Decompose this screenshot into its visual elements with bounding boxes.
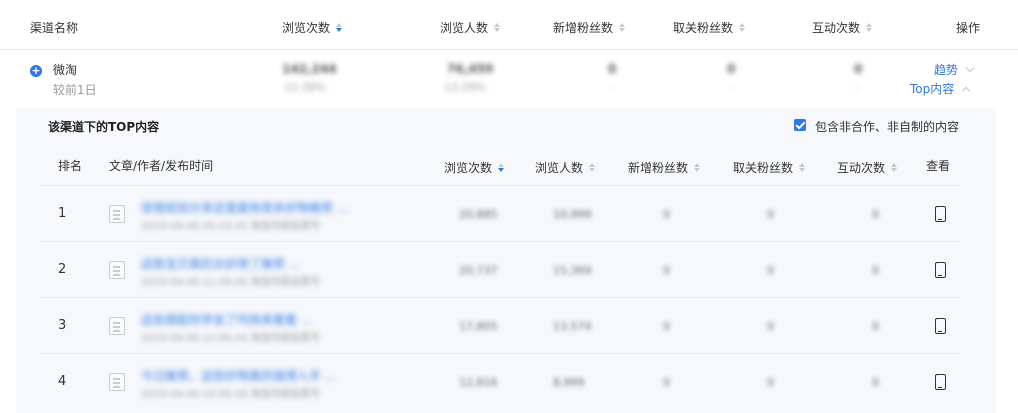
mobile-preview-icon[interactable] bbox=[935, 206, 946, 222]
expand-plus-icon[interactable]: + bbox=[30, 65, 42, 77]
channel-name: 微淘 bbox=[53, 63, 78, 77]
channel-unfollow-change: - bbox=[729, 81, 733, 94]
sort-icon bbox=[739, 23, 746, 32]
column-article: 文章/作者/发布时间 bbox=[109, 159, 214, 173]
column-unfollow-sortable[interactable]: 取关粉丝数 bbox=[673, 19, 746, 36]
channel-row bbox=[0, 50, 1018, 106]
channel-compare-label: 较前1日 bbox=[53, 83, 97, 97]
top-column-interactions-sortable[interactable]: 互动次数 bbox=[837, 159, 898, 176]
column-views-sortable[interactable]: 浏览次数 bbox=[282, 19, 343, 36]
row-divider bbox=[40, 353, 960, 354]
column-new-fans-sortable[interactable]: 新增粉丝数 bbox=[553, 19, 626, 36]
row-views: 20,737 bbox=[459, 264, 498, 277]
column-visitors-sortable[interactable]: 浏览人数 bbox=[440, 19, 501, 36]
column-rank: 排名 bbox=[58, 159, 83, 173]
sort-icon bbox=[799, 163, 806, 172]
row-rank: 3 bbox=[58, 318, 67, 333]
column-interactions-sortable[interactable]: 互动次数 bbox=[812, 19, 873, 36]
sort-icon bbox=[498, 163, 505, 172]
row-interactions: 0 bbox=[872, 208, 879, 221]
channel-views-value: 142,244 bbox=[282, 62, 337, 76]
column-actions: 操作 bbox=[956, 21, 981, 35]
row-interactions: 0 bbox=[872, 320, 879, 333]
article-meta: 2019-04-09 12:09:24 淘宝内容运营号 bbox=[141, 333, 321, 344]
row-interactions: 0 bbox=[872, 264, 879, 277]
top-content-link[interactable]: Top内容 bbox=[910, 80, 971, 97]
sort-icon bbox=[694, 163, 701, 172]
channel-visitors-change: 13.29% bbox=[444, 81, 486, 94]
top-column-unfollow-sortable[interactable]: 取关粉丝数 bbox=[733, 159, 806, 176]
channel-unfollow-value: 0 bbox=[727, 62, 736, 76]
article-icon bbox=[109, 373, 125, 391]
trend-link[interactable]: 趋势 bbox=[934, 61, 975, 78]
row-divider bbox=[40, 297, 960, 298]
sort-icon bbox=[494, 23, 501, 32]
mobile-preview-icon[interactable] bbox=[935, 374, 946, 390]
column-view: 查看 bbox=[926, 159, 951, 173]
column-channel-name: 渠道名称 bbox=[30, 21, 79, 35]
article-title-link[interactable]: 这款宝贝真的太好用了推荐 ... bbox=[141, 255, 300, 272]
include-non-coop-checkbox[interactable] bbox=[794, 119, 806, 131]
article-title-link[interactable]: 穿搭经验分享这里面有很多好物推荐 ... bbox=[141, 199, 348, 216]
sort-icon bbox=[619, 23, 626, 32]
article-icon bbox=[109, 205, 125, 223]
row-unfollow: 0 bbox=[767, 264, 774, 277]
row-new-fans: 0 bbox=[663, 320, 670, 333]
channel-new-fans-value: 0 bbox=[608, 62, 617, 76]
article-icon bbox=[109, 261, 125, 279]
row-visitors: 10,999 bbox=[553, 208, 592, 221]
row-visitors: 13,574 bbox=[553, 320, 592, 333]
row-views: 20,885 bbox=[459, 208, 498, 221]
row-divider bbox=[40, 241, 960, 242]
chevron-up-icon bbox=[962, 86, 971, 95]
article-icon bbox=[109, 317, 125, 335]
row-rank: 4 bbox=[58, 374, 67, 389]
row-rank: 1 bbox=[58, 206, 67, 221]
channel-interactions-change: - bbox=[856, 81, 860, 94]
channel-visitors-value: 76,459 bbox=[447, 62, 494, 76]
channel-new-fans-change: - bbox=[610, 81, 614, 94]
row-new-fans: 0 bbox=[663, 376, 670, 389]
mobile-preview-icon[interactable] bbox=[935, 318, 946, 334]
chevron-down-icon bbox=[965, 63, 975, 72]
row-rank: 2 bbox=[58, 262, 67, 277]
row-visitors: 8,999 bbox=[553, 376, 585, 389]
channel-views-change: 12.39% bbox=[284, 81, 326, 94]
row-unfollow: 0 bbox=[767, 320, 774, 333]
mobile-preview-icon[interactable] bbox=[935, 262, 946, 278]
row-unfollow: 0 bbox=[767, 376, 774, 389]
article-meta: 2019-04-09 10:56:18 淘宝内容运营号 bbox=[141, 389, 321, 400]
channel-interactions-value: 0 bbox=[854, 62, 863, 76]
article-meta: 2019-04-09 20:23:32 淘宝内容运营号 bbox=[141, 221, 321, 232]
sort-icon bbox=[589, 163, 596, 172]
row-visitors: 15,369 bbox=[553, 264, 592, 277]
row-interactions: 0 bbox=[872, 376, 879, 389]
article-title-link[interactable]: 这些搭配你学会了吗快来看看 ... bbox=[141, 311, 312, 328]
panel-title: 该渠道下的TOP内容 bbox=[48, 120, 160, 134]
article-title-link[interactable]: 今日推荐，这些好物真的值得入手 ... bbox=[141, 367, 336, 384]
sort-icon bbox=[866, 23, 873, 32]
top-column-views-sortable[interactable]: 浏览次数 bbox=[444, 159, 505, 176]
sort-icon bbox=[336, 23, 343, 32]
top-column-new-fans-sortable[interactable]: 新增粉丝数 bbox=[628, 159, 701, 176]
row-views: 17,805 bbox=[459, 320, 498, 333]
sort-icon bbox=[891, 163, 898, 172]
article-meta: 2019-04-09 11:28:20 淘宝内容运营号 bbox=[141, 277, 321, 288]
row-new-fans: 0 bbox=[663, 208, 670, 221]
row-views: 12,816 bbox=[459, 376, 498, 389]
top-column-visitors-sortable[interactable]: 浏览人数 bbox=[535, 159, 596, 176]
include-non-coop-label[interactable]: 包含非合作、非自制的内容 bbox=[815, 118, 959, 135]
row-new-fans: 0 bbox=[663, 264, 670, 277]
row-unfollow: 0 bbox=[767, 208, 774, 221]
